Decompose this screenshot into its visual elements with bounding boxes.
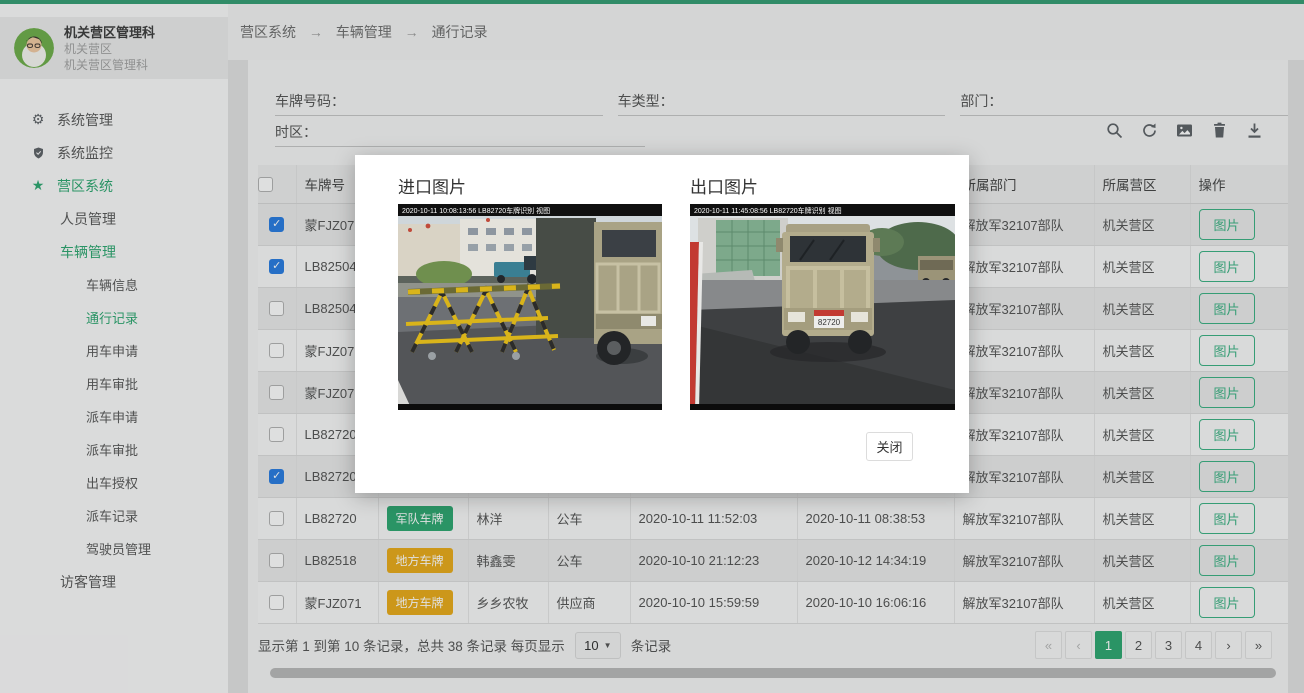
close-button[interactable]: 关闭 xyxy=(866,432,913,461)
entry-photo: 2020-10-11 10:08:13:56 LB82720车牌识别 视图 xyxy=(398,204,662,410)
exit-photo-overlay-text: 2020-10-11 11:45:08:56 LB82720车牌识别 视图 xyxy=(694,206,842,215)
entry-photo-overlay-text: 2020-10-11 10:08:13:56 LB82720车牌识别 视图 xyxy=(402,206,550,215)
image-preview-modal: 进口图片 出口图片 xyxy=(355,155,969,493)
exit-photo-plate-text: 82720 xyxy=(818,318,841,327)
exit-photo: 82720 2020-10-11 11:45:08:56 LB82720车牌识别… xyxy=(690,204,955,410)
exit-image-title: 出口图片 xyxy=(690,173,758,198)
entry-image-title: 进口图片 xyxy=(398,173,466,198)
